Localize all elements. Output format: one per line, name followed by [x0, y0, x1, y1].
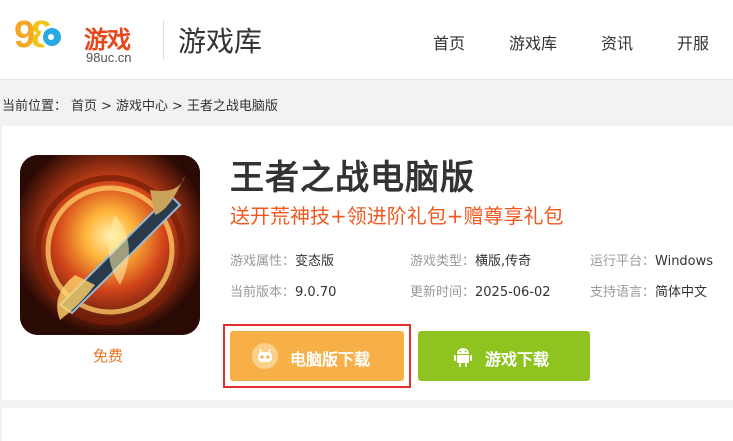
attribute-key: 运行平台：: [590, 254, 656, 269]
game-title: 王者之战电脑版: [230, 158, 475, 198]
breadcrumb-prefix: 当前位置：: [2, 99, 68, 114]
main-nav: 首页 游戏库 资讯 开服: [0, 30, 733, 54]
attribute-platform: 运行平台：Windows: [590, 250, 713, 269]
attribute-key: 游戏属性：: [230, 254, 296, 269]
breadcrumb-separator: >: [171, 99, 183, 114]
breadcrumb-separator: >: [101, 99, 112, 114]
breadcrumb-item-current[interactable]: 王者之战电脑版: [187, 99, 278, 114]
game-slogan: 送开荒神技+领进阶礼包+赠尊享礼包: [230, 204, 564, 228]
attribute-value: 2025-06-02: [475, 285, 551, 300]
breadcrumb: 当前位置： 首页 > 游戏中心 > 王者之战电脑版: [2, 95, 282, 114]
attribute-key: 当前版本：: [230, 285, 296, 300]
pc-download-button[interactable]: 电脑版下载: [230, 331, 404, 381]
info-row-1: 游戏属性：变态版 游戏类型：横版,传奇 运行平台：Windows: [230, 250, 730, 270]
next-section-strip: [2, 408, 733, 441]
android-icon: [450, 343, 476, 369]
nav-item-home[interactable]: 首页: [433, 30, 465, 54]
breadcrumb-item-game-center[interactable]: 游戏中心: [116, 99, 168, 114]
attribute-update-date: 更新时间：2025-06-02: [410, 281, 551, 300]
pc-download-label: 电脑版下载: [290, 350, 371, 369]
attribute-value: 9.0.70: [295, 285, 337, 300]
attribute-key: 游戏类型：: [410, 254, 476, 269]
attribute-value: 简体中文: [655, 285, 708, 300]
info-row-2: 当前版本：9.0.70 更新时间：2025-06-02 支持语言：简体中文: [230, 281, 730, 301]
attribute-value: 横版,传奇: [475, 254, 532, 269]
site-header: 98 游戏 98uc.cn 游戏库 首页 游戏库 资讯 开服: [0, 0, 733, 80]
attribute-key: 更新时间：: [410, 285, 476, 300]
nav-item-news[interactable]: 资讯: [601, 30, 633, 54]
gamepad-robot-icon: [252, 343, 278, 369]
attribute-value: Windows: [655, 254, 714, 269]
attribute-game-property: 游戏属性：变态版: [230, 250, 334, 269]
game-download-button[interactable]: 游戏下载: [418, 331, 590, 381]
breadcrumb-item-home[interactable]: 首页: [71, 99, 97, 114]
game-cover-image: [20, 155, 200, 335]
logo-domain-text: 98uc.cn: [86, 50, 132, 65]
game-download-label: 游戏下载: [485, 350, 550, 369]
nav-item-server-open[interactable]: 开服: [677, 30, 709, 54]
attribute-key: 支持语言：: [590, 285, 656, 300]
attribute-version: 当前版本：9.0.70: [230, 281, 336, 300]
attribute-value: 变态版: [295, 254, 335, 269]
nav-item-game-library[interactable]: 游戏库: [509, 30, 557, 54]
attribute-game-type: 游戏类型：横版,传奇: [410, 250, 531, 269]
attribute-language: 支持语言：简体中文: [590, 281, 707, 300]
game-cover-art: [20, 155, 200, 335]
price-label: 免费: [93, 347, 124, 365]
